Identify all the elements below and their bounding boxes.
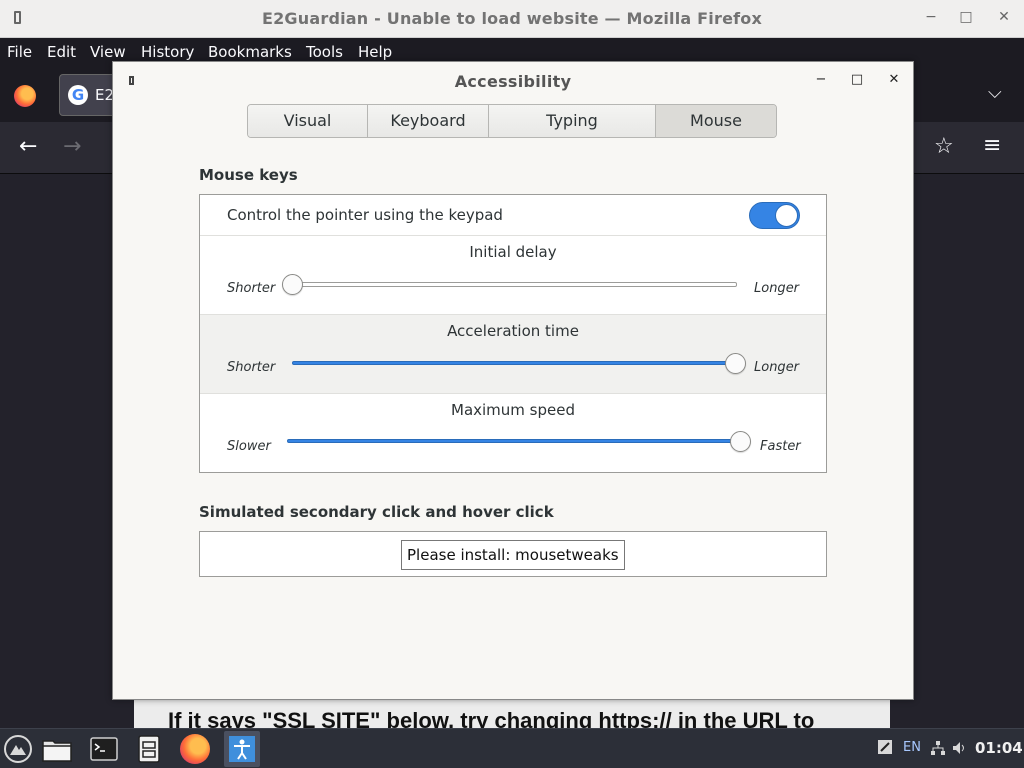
- tab-mouse[interactable]: Mouse: [656, 105, 776, 137]
- minimize-icon[interactable]: −: [922, 9, 940, 25]
- menu-tools[interactable]: Tools: [306, 43, 343, 61]
- bookmark-star-icon[interactable]: ☆: [934, 134, 954, 159]
- maximum-speed-row: Maximum speed Slower Faster: [200, 394, 826, 472]
- initial-delay-max-label: Longer: [754, 281, 800, 296]
- mouse-keys-toggle-row: Control the pointer using the keypad: [200, 195, 826, 236]
- maximum-speed-min-label: Slower: [227, 439, 271, 454]
- dialog-title: Accessibility: [454, 72, 572, 91]
- menu-help[interactable]: Help: [358, 43, 392, 61]
- initial-delay-row: Initial delay Shorter Longer: [200, 236, 826, 315]
- firefox-titlebar: E2Guardian - Unable to load website — Mo…: [0, 0, 1024, 38]
- clock[interactable]: 01:04: [975, 739, 1023, 757]
- menu-edit[interactable]: Edit: [47, 43, 76, 61]
- tab-visual[interactable]: Visual: [248, 105, 368, 137]
- mouse-keys-heading: Mouse keys: [199, 166, 298, 184]
- maximize-icon[interactable]: □: [957, 9, 975, 25]
- mouse-keys-toggle-label: Control the pointer using the keypad: [227, 206, 503, 224]
- menu-view[interactable]: View: [90, 43, 126, 61]
- maximum-speed-slider-handle[interactable]: [730, 431, 751, 452]
- initial-delay-slider-handle[interactable]: [282, 274, 303, 295]
- maximum-speed-track[interactable]: [287, 439, 742, 443]
- menu-history[interactable]: History: [141, 43, 194, 61]
- menu-file[interactable]: File: [7, 43, 32, 61]
- maximum-speed-max-label: Faster: [760, 439, 801, 454]
- back-icon[interactable]: ←: [19, 134, 37, 159]
- volume-icon[interactable]: [952, 741, 968, 755]
- app-menu-icon[interactable]: ≡: [983, 133, 1001, 158]
- list-all-tabs-icon[interactable]: ⌵: [988, 82, 1002, 103]
- acceleration-time-slider-handle[interactable]: [725, 353, 746, 374]
- acceleration-time-track[interactable]: [292, 361, 737, 365]
- forward-icon[interactable]: →: [63, 134, 81, 159]
- page-text: If it says "SSL SITE" below, try changin…: [168, 708, 815, 728]
- firefox-taskbar-icon[interactable]: [180, 734, 210, 764]
- acceleration-time-min-label: Shorter: [227, 360, 276, 375]
- mouse-keys-switch[interactable]: [749, 202, 800, 229]
- google-icon: G: [68, 85, 88, 105]
- terminal-icon[interactable]: [89, 734, 119, 764]
- network-icon[interactable]: [931, 741, 945, 755]
- maximize-icon[interactable]: □: [849, 72, 865, 87]
- minimize-icon[interactable]: −: [813, 72, 829, 87]
- file-manager-icon[interactable]: [42, 734, 72, 764]
- tab-keyboard[interactable]: Keyboard: [368, 105, 489, 137]
- menu-bookmarks[interactable]: Bookmarks: [208, 43, 292, 61]
- screen-reader-tray-icon[interactable]: [877, 739, 893, 755]
- archive-manager-icon[interactable]: [134, 734, 164, 764]
- initial-delay-title: Initial delay: [469, 243, 557, 261]
- acceleration-time-max-label: Longer: [754, 360, 800, 375]
- secondary-click-frame: Please install: mousetweaks: [199, 531, 827, 577]
- accessibility-icon: [229, 736, 255, 762]
- firefox-view-icon[interactable]: [14, 85, 36, 107]
- firefox-window-title: E2Guardian - Unable to load website — Mo…: [261, 9, 763, 28]
- acceleration-time-row: Acceleration time Shorter Longer: [200, 315, 826, 394]
- close-icon[interactable]: ✕: [995, 9, 1013, 25]
- initial-delay-min-label: Shorter: [227, 281, 276, 296]
- start-menu-icon[interactable]: [3, 734, 33, 764]
- tab-bar: Visual Keyboard Typing assistance Mouse: [247, 104, 777, 138]
- initial-delay-track[interactable]: [292, 282, 737, 287]
- tab-typing-assistance[interactable]: Typing assistance: [489, 105, 656, 137]
- accessibility-taskbar-button[interactable]: [224, 731, 260, 767]
- secondary-click-heading: Simulated secondary click and hover clic…: [199, 503, 554, 521]
- mouse-keys-frame: Control the pointer using the keypad Ini…: [199, 194, 827, 473]
- accessibility-dialog: Accessibility − □ ✕ Visual Keyboard Typi…: [112, 61, 914, 700]
- maximum-speed-title: Maximum speed: [451, 401, 575, 419]
- taskbar: EN 01:04: [0, 728, 1024, 768]
- install-mousetweaks-label: Please install: mousetweaks: [401, 540, 625, 570]
- keyboard-layout-indicator[interactable]: EN: [903, 740, 921, 755]
- page-text-block: If it says "SSL SITE" below, try changin…: [134, 700, 890, 728]
- acceleration-time-title: Acceleration time: [447, 322, 579, 340]
- close-icon[interactable]: ✕: [886, 72, 902, 87]
